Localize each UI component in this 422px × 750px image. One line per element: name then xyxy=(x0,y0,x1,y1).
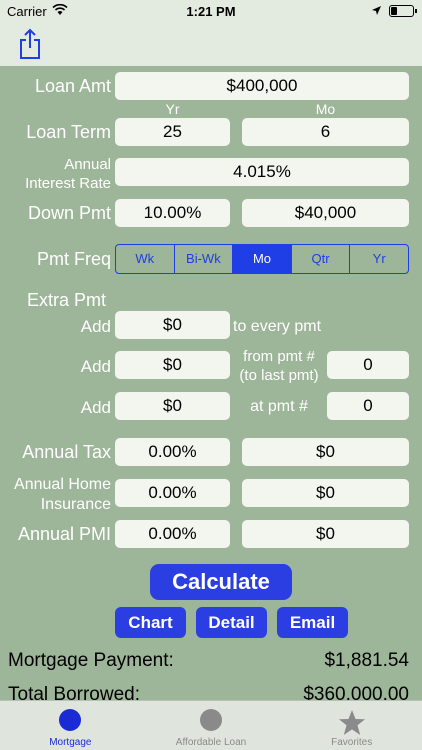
from-pmt-suffix-line2: (to last pmt) xyxy=(239,367,319,384)
tab-bar: Mortgage Affordable Loan Favorites xyxy=(0,700,422,750)
from-pmt-suffix-line1: from pmt # xyxy=(243,348,315,365)
pmt-freq-option-wk[interactable]: Wk xyxy=(116,245,174,273)
down-pmt-percent-field[interactable]: 10.00% xyxy=(115,199,230,227)
tab-favorites[interactable]: Favorites xyxy=(281,701,422,750)
extra-add-label-1: Add xyxy=(80,317,111,336)
loan-term-years-field[interactable]: 25 xyxy=(115,118,230,146)
extra-every-pmt-field[interactable]: $0 xyxy=(115,311,230,339)
calculate-button[interactable]: Calculate xyxy=(150,564,292,600)
home-insurance-label-line2: Insurance xyxy=(40,496,111,513)
extra-at-pmt-field[interactable]: $0 xyxy=(115,392,230,420)
pmt-freq-option-bi-wk[interactable]: Bi-Wk xyxy=(173,245,233,273)
interest-rate-field[interactable]: 4.015% xyxy=(115,158,409,186)
tab-mortgage[interactable]: Mortgage xyxy=(0,701,141,750)
pmt-freq-option-yr[interactable]: Yr xyxy=(349,245,408,273)
annual-tax-label: Annual Tax xyxy=(22,442,111,462)
tab-affordable-loan[interactable]: Affordable Loan xyxy=(141,701,282,750)
tab-favorites-label: Favorites xyxy=(331,737,373,748)
mortgage-circle-icon xyxy=(59,709,82,731)
interest-rate-label-line2: Interest Rate xyxy=(25,175,111,192)
home-insurance-percent-field[interactable]: 0.00% xyxy=(115,479,230,507)
detail-button[interactable]: Detail xyxy=(196,607,267,638)
years-header: Yr xyxy=(165,101,180,117)
chart-button[interactable]: Chart xyxy=(115,607,186,638)
interest-rate-label-line1: Annual xyxy=(64,156,111,173)
mortgage-payment-row: Mortgage Payment: $1,881.54 xyxy=(8,650,409,672)
affordable-loan-circle-icon xyxy=(200,709,222,731)
at-pmt-number-field[interactable]: 0 xyxy=(327,392,409,420)
annual-tax-amount-field[interactable]: $0 xyxy=(242,438,409,466)
months-header: Mo xyxy=(315,101,336,117)
extra-every-pmt-suffix: to every pmt xyxy=(233,318,322,335)
status-bar: Carrier 1:21 PM xyxy=(0,0,422,22)
extra-add-label-3: Add xyxy=(80,398,111,417)
down-pmt-label: Down Pmt xyxy=(27,203,111,223)
loan-term-label: Loan Term xyxy=(26,122,111,142)
email-button[interactable]: Email xyxy=(277,607,348,638)
pmt-freq-label: Pmt Freq xyxy=(36,249,111,269)
at-pmt-suffix: at pmt # xyxy=(250,398,308,415)
extra-add-label-2: Add xyxy=(80,357,111,376)
pmt-freq-option-qtr[interactable]: Qtr xyxy=(290,245,350,273)
extra-pmt-label: Extra Pmt xyxy=(27,290,107,310)
tab-mortgage-label: Mortgage xyxy=(49,737,92,748)
mortgage-payment-label: Mortgage Payment: xyxy=(8,650,174,671)
pmt-freq-segmented-control: Wk Bi-Wk Mo Qtr Yr xyxy=(115,244,409,274)
loan-amt-field[interactable]: $400,000 xyxy=(115,72,409,100)
annual-pmi-amount-field[interactable]: $0 xyxy=(242,520,409,548)
pmt-freq-option-mo[interactable]: Mo xyxy=(232,245,291,273)
clock: 1:21 PM xyxy=(186,4,236,19)
mortgage-payment-value: $1,881.54 xyxy=(324,650,409,671)
annual-pmi-percent-field[interactable]: 0.00% xyxy=(115,520,230,548)
battery-fill xyxy=(391,7,398,15)
annual-tax-percent-field[interactable]: 0.00% xyxy=(115,438,230,466)
loan-amt-label: Loan Amt xyxy=(34,76,111,96)
from-pmt-number-field[interactable]: 0 xyxy=(327,351,409,379)
nav-bar xyxy=(0,22,422,66)
home-insurance-amount-field[interactable]: $0 xyxy=(242,479,409,507)
share-icon[interactable] xyxy=(17,28,43,60)
extra-from-pmt-field[interactable]: $0 xyxy=(115,351,230,379)
tab-affordable-loan-label: Affordable Loan xyxy=(175,737,247,748)
home-insurance-label-line1: Annual Home xyxy=(14,476,111,493)
annual-pmi-label: Annual PMI xyxy=(17,524,111,544)
location-icon xyxy=(371,4,382,19)
battery-icon xyxy=(389,5,417,17)
loan-term-months-field[interactable]: 6 xyxy=(242,118,409,146)
down-pmt-amount-field[interactable]: $40,000 xyxy=(242,199,409,227)
